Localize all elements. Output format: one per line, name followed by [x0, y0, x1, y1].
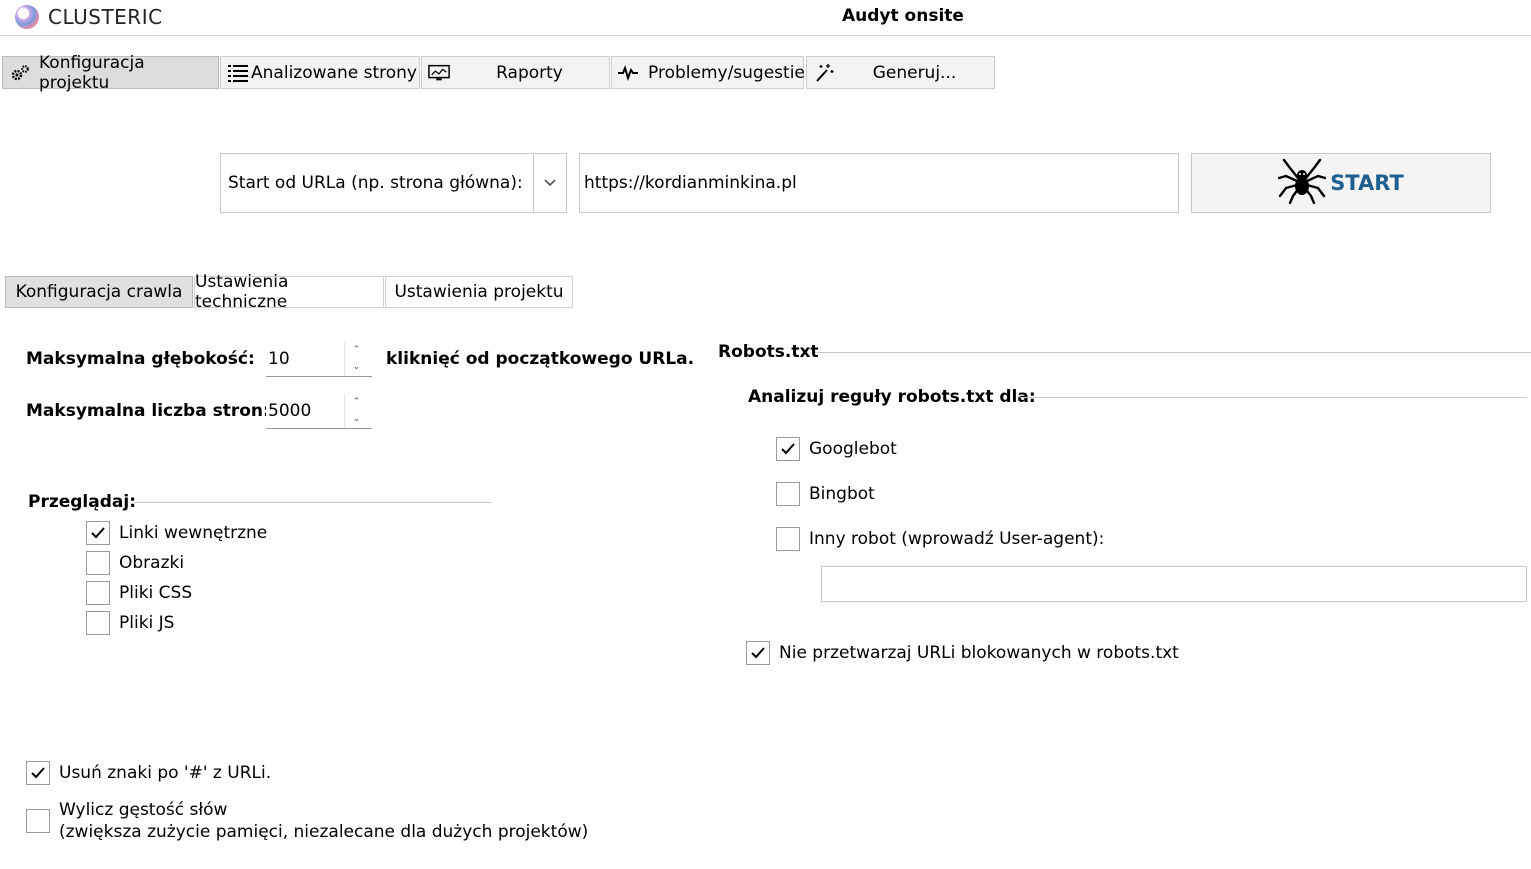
pulse-icon: [618, 63, 638, 83]
window-title: Audyt onsite: [842, 6, 964, 26]
clusteric-logo: [15, 5, 39, 29]
subtab-label: Ustawienia techniczne: [195, 272, 289, 312]
spin-down-icon[interactable]: ⌄: [353, 362, 361, 372]
subtab-ustawienia-techniczne[interactable]: Ustawienia techniczne: [194, 272, 384, 312]
checkbox-pliki-js[interactable]: [86, 611, 110, 635]
tab-raporty[interactable]: Raporty: [421, 56, 610, 89]
checkbox-bingbot[interactable]: [776, 482, 800, 506]
checkbox-label: Bingbot: [809, 484, 875, 504]
browse-group-title: Przeglądaj:: [28, 492, 137, 512]
subtab-konfiguracja-crawla[interactable]: Konfiguracja crawla: [5, 276, 193, 308]
checkbox-word-density[interactable]: [26, 809, 50, 833]
tab-label: Raporty: [496, 62, 563, 83]
spin-down-icon[interactable]: ⌄: [353, 414, 361, 424]
start-button[interactable]: START: [1191, 153, 1491, 213]
tab-label: Analizowane strony: [251, 62, 417, 83]
checkbox-label: Inny robot (wprowadź User-agent):: [809, 529, 1105, 549]
spider-icon: [1277, 158, 1327, 209]
subtab-label: Ustawienia projektu: [394, 282, 564, 302]
app-name: CLUSTERIC: [48, 5, 163, 29]
tab-label: Konfiguracja projektu: [39, 52, 145, 93]
checkmark-icon: [751, 647, 765, 659]
max-depth-input[interactable]: [266, 341, 344, 376]
subtab-ustawienia-projektu[interactable]: Ustawienia projektu: [385, 276, 573, 308]
checkbox-linki-wewnetrzne[interactable]: [86, 521, 110, 545]
checkmark-icon: [781, 443, 795, 455]
robots-rules-line: [1020, 397, 1527, 398]
tab-problemy-sugestie[interactable]: Problemy/sugestie: [611, 56, 805, 89]
checkbox-label: Pliki CSS: [119, 583, 193, 603]
checkbox-label: Usuń znaki po '#' z URLi.: [59, 763, 272, 783]
checkmark-icon: [31, 767, 45, 779]
checkbox-googlebot[interactable]: [776, 437, 800, 461]
checkbox-label: Googlebot: [809, 439, 897, 459]
checkbox-obrazki[interactable]: [86, 551, 110, 575]
max-pages-input[interactable]: [266, 393, 344, 428]
checkmark-icon: [91, 527, 105, 539]
checkbox-label-line1: Wylicz gęstość słów: [59, 800, 228, 820]
tab-konfiguracja-projektu[interactable]: Konfiguracja projektu: [2, 53, 219, 93]
tab-generuj[interactable]: Generuj...: [806, 56, 995, 89]
tab-label: Generuj...: [872, 62, 957, 83]
monitor-chart-icon: [428, 63, 450, 83]
max-pages-label: Maksymalna liczba stron:: [26, 401, 270, 421]
magic-wand-icon: [813, 63, 835, 83]
checkbox-pliki-css[interactable]: [86, 581, 110, 605]
max-depth-spinbox[interactable]: ⌃⌄: [266, 341, 372, 377]
robots-rules-title: Analizuj reguły robots.txt dla:: [748, 387, 1036, 407]
start-mode-label: Start od URLa (np. strona główna):: [228, 173, 523, 193]
user-agent-input[interactable]: [821, 566, 1527, 602]
list-icon: [227, 63, 249, 83]
checkbox-label: Linki wewnętrzne: [119, 523, 268, 543]
max-depth-suffix: kliknięć od początkowego URLa.: [386, 349, 695, 369]
checkbox-label: Nie przetwarzaj URLi blokowanych w robot…: [779, 643, 1179, 663]
start-mode-select[interactable]: Start od URLa (np. strona główna):: [220, 153, 567, 213]
checkbox-label: Pliki JS: [119, 613, 175, 633]
spin-up-icon[interactable]: ⌃: [353, 345, 361, 355]
checkbox-label: Obrazki: [119, 553, 185, 573]
checkbox-label-line2: (zwiększa zużycie pamięci, niezalecane d…: [59, 822, 589, 842]
start-url-input[interactable]: [579, 153, 1179, 213]
start-button-label: START: [1330, 171, 1404, 195]
gears-icon: [9, 63, 31, 83]
max-pages-spinbox[interactable]: ⌃⌄: [266, 393, 372, 429]
tab-analizowane-strony[interactable]: Analizowane strony: [220, 56, 420, 89]
chevron-down-icon[interactable]: [534, 179, 566, 187]
checkbox-inny-robot[interactable]: [776, 527, 800, 551]
checkbox-remove-hash[interactable]: [26, 761, 50, 785]
checkbox-skip-blocked[interactable]: [746, 641, 770, 665]
browse-group-line: [134, 502, 492, 503]
title-bar: [0, 0, 1531, 36]
robots-group-line: [815, 352, 1531, 353]
max-depth-label: Maksymalna głębokość:: [26, 349, 255, 369]
spin-up-icon[interactable]: ⌃: [353, 397, 361, 407]
tab-label: Problemy/sugestie: [648, 62, 805, 83]
robots-group-title: Robots.txt: [718, 342, 819, 362]
subtab-label: Konfiguracja crawla: [15, 282, 183, 302]
